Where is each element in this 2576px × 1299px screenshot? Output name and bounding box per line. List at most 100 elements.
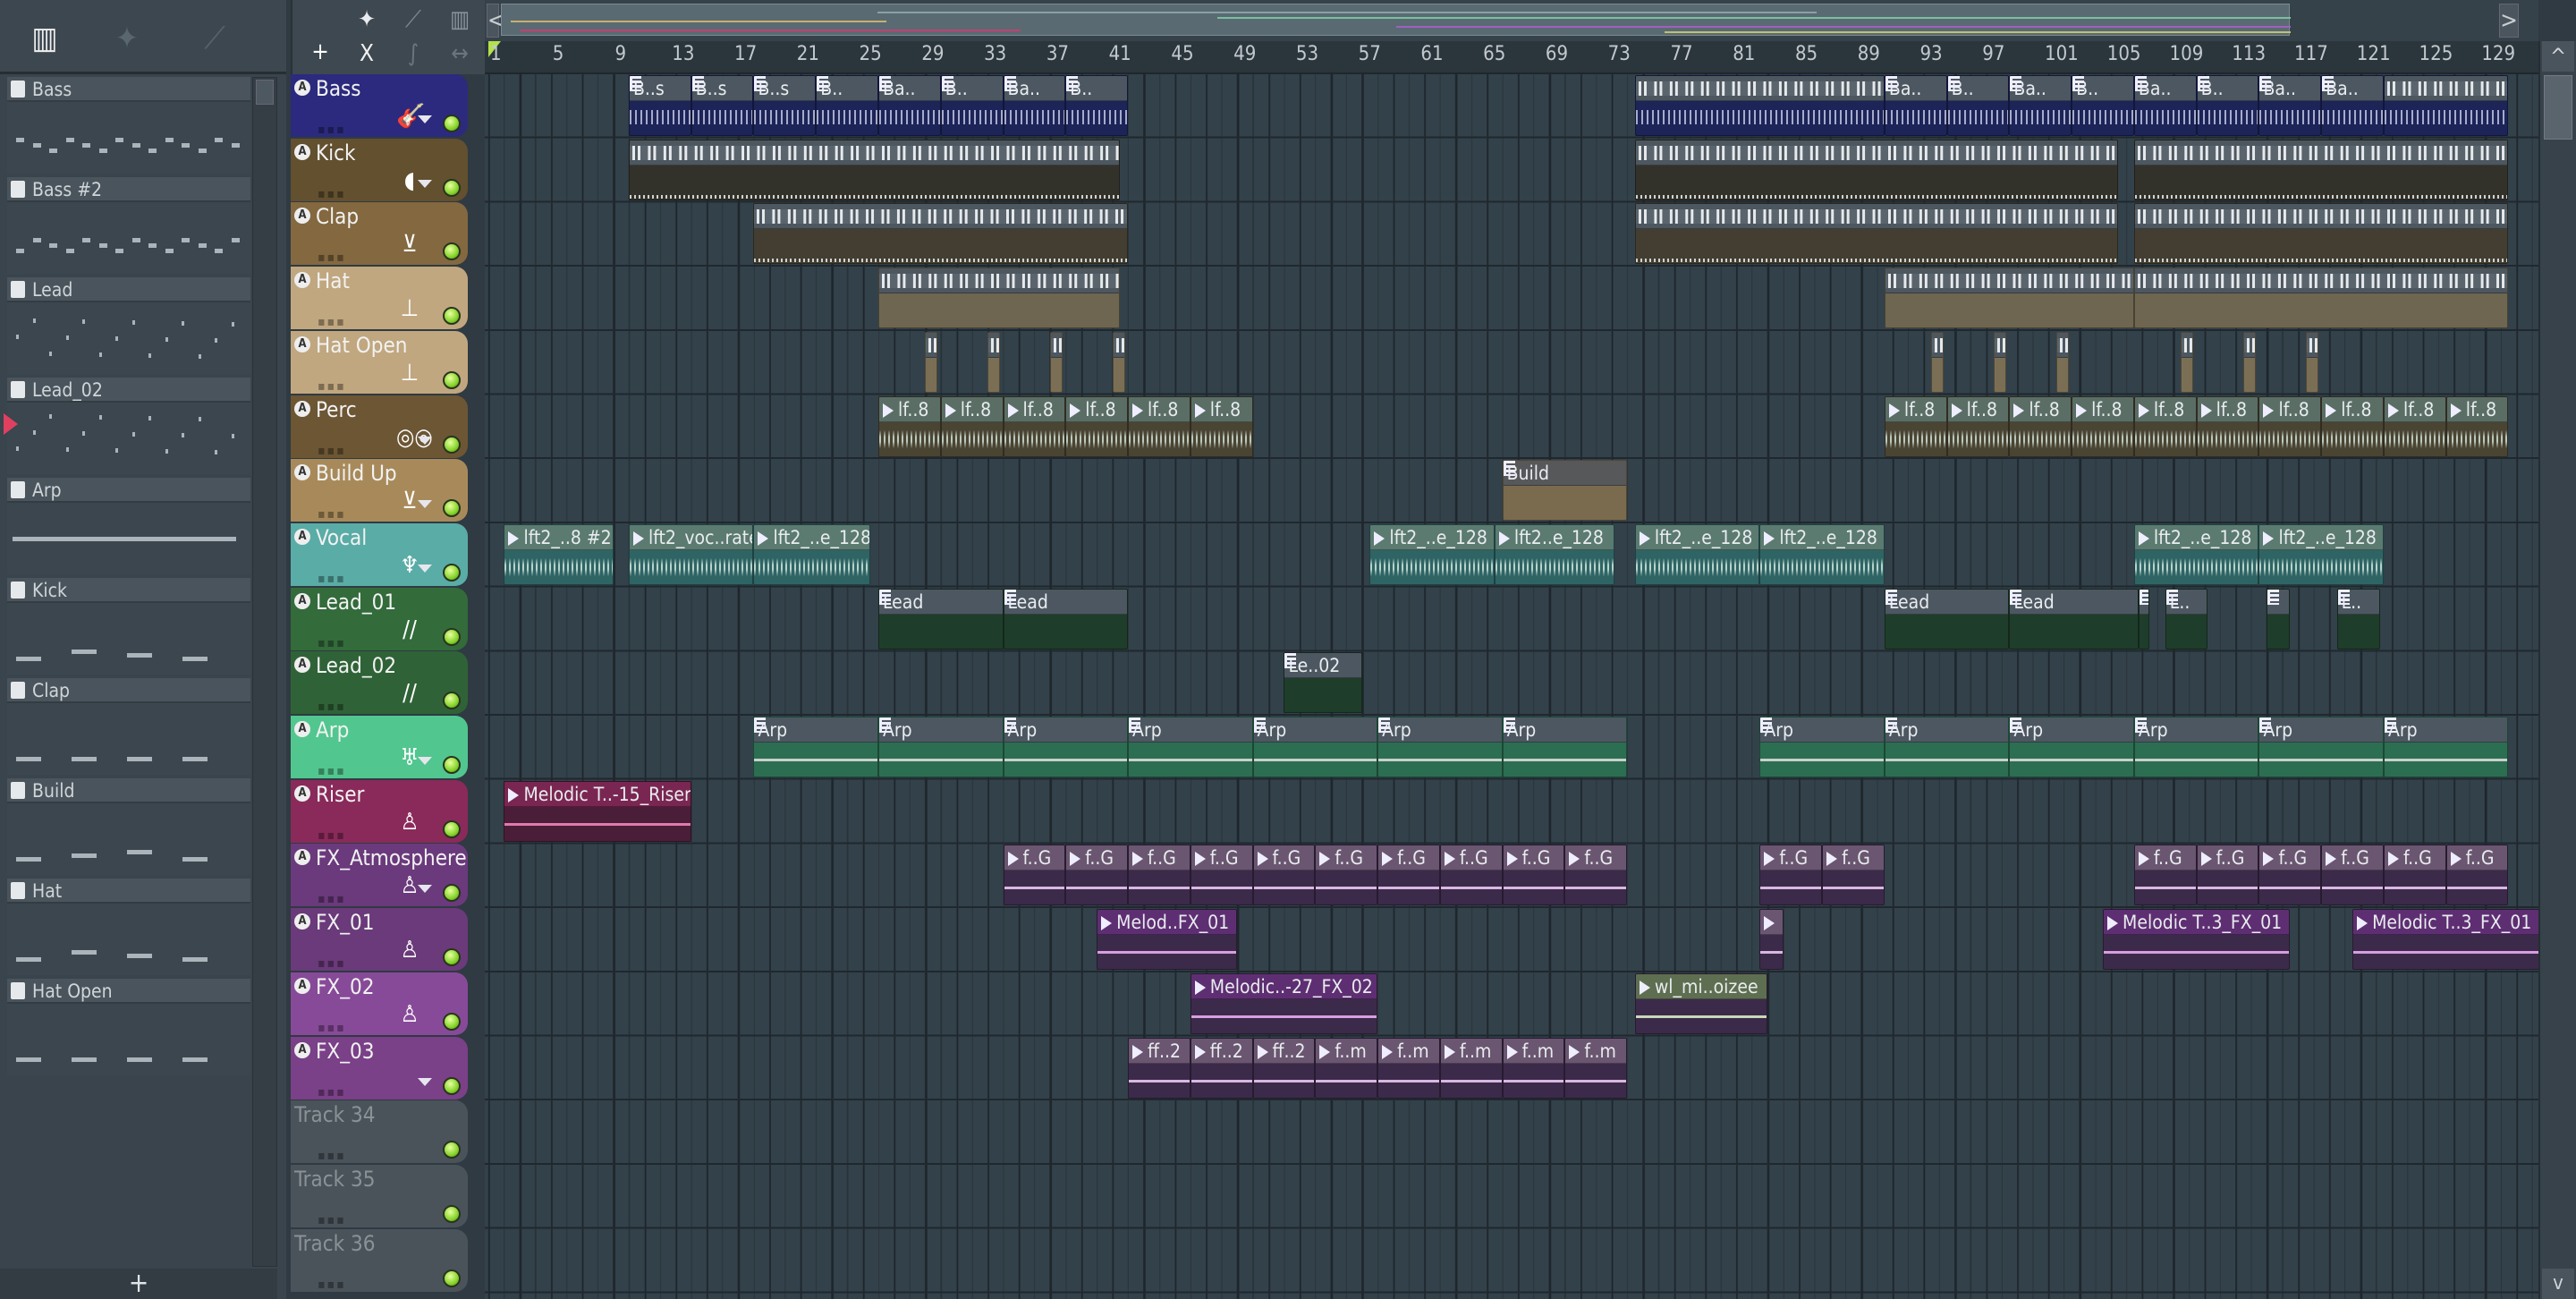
clip-header[interactable]: Ba.. bbox=[1885, 76, 1946, 101]
playlist-clip[interactable]: Le..02 bbox=[1284, 652, 1362, 714]
pattern-header[interactable]: Lead_02 bbox=[7, 378, 250, 403]
track-header[interactable]: A Vocal ♆ ▪▪▪ bbox=[291, 522, 468, 586]
clip-header[interactable] bbox=[1885, 268, 2133, 294]
clip-header[interactable]: lf..8 bbox=[2259, 396, 2321, 422]
pattern-item[interactable]: Kick bbox=[7, 578, 250, 678]
clip-header[interactable]: Ba.. bbox=[1004, 76, 1065, 101]
track-mute-led[interactable] bbox=[443, 1076, 461, 1095]
track-mute-led[interactable] bbox=[443, 435, 461, 454]
dropdown-arrow-icon[interactable] bbox=[418, 885, 432, 894]
playlist-clip[interactable]: f..G bbox=[1065, 845, 1129, 906]
dropdown-arrow-icon[interactable] bbox=[418, 757, 432, 765]
audio-clip-filter-icon[interactable]: ✦ bbox=[346, 4, 387, 36]
playlist-clip[interactable] bbox=[2133, 139, 2509, 200]
clip-header[interactable]: lft2_..e_128 bbox=[1760, 524, 1884, 550]
clip-header[interactable]: L.. bbox=[2337, 589, 2380, 615]
pattern-header[interactable]: Bass bbox=[7, 77, 250, 102]
playlist-clip[interactable]: Melodic T..-15_Riser bbox=[504, 780, 691, 842]
clip-header[interactable]: lft2..e_128 bbox=[1495, 524, 1614, 550]
track-options-dots[interactable]: ▪▪▪ bbox=[318, 379, 346, 394]
playlist-clip[interactable] bbox=[1993, 331, 2006, 393]
clip-header[interactable]: Melodic T..3_FX_01 bbox=[2104, 910, 2290, 936]
clip-header[interactable] bbox=[2244, 332, 2255, 358]
clip-header[interactable]: L.. bbox=[2165, 589, 2207, 615]
playlist-clip[interactable]: Ba.. bbox=[1003, 75, 1066, 136]
playlist-clip[interactable]: lf..8 bbox=[2258, 395, 2322, 457]
clip-header[interactable]: Arp bbox=[1885, 717, 2009, 743]
pattern-item[interactable]: Lead bbox=[7, 277, 250, 378]
pattern-item[interactable]: Bass bbox=[7, 77, 250, 177]
pattern-header[interactable]: Hat Open bbox=[7, 979, 250, 1004]
playlist-clip[interactable]: f..m bbox=[1377, 1037, 1440, 1099]
playlist-clip[interactable]: lft2_..e_128 bbox=[753, 523, 871, 585]
track-name[interactable]: Track 34 bbox=[294, 1102, 375, 1127]
track-header[interactable]: Track 36 ▪▪▪ bbox=[291, 1228, 468, 1292]
playlist-clip[interactable]: f..G bbox=[1190, 845, 1253, 906]
clip-header[interactable]: Arp bbox=[2134, 717, 2258, 743]
track-options-dots[interactable]: ▪▪▪ bbox=[318, 444, 346, 458]
track-header[interactable]: Track 34 ▪▪▪ bbox=[291, 1100, 468, 1164]
playlist-clip[interactable]: Lead bbox=[878, 588, 1004, 650]
pattern-item[interactable]: Hat bbox=[7, 879, 250, 979]
playlist-clip[interactable] bbox=[2267, 588, 2291, 650]
track-options-dots[interactable]: ▪▪▪ bbox=[318, 187, 346, 201]
track-mute-led[interactable] bbox=[443, 242, 461, 261]
pattern-list-scrollbar[interactable] bbox=[252, 77, 277, 1267]
clip-header[interactable]: Build bbox=[1503, 461, 1627, 487]
clip-header[interactable]: lf..8 bbox=[1191, 396, 1252, 422]
playlist-clip[interactable]: f..G bbox=[1128, 845, 1191, 906]
pattern-item[interactable]: Build bbox=[7, 778, 250, 879]
clip-header[interactable]: f..G bbox=[2197, 845, 2258, 871]
clip-header[interactable]: ff..2 bbox=[1191, 1038, 1252, 1064]
playlist-clip[interactable]: lf..8 bbox=[1003, 395, 1066, 457]
playlist-clip[interactable]: lf..8 bbox=[2072, 395, 2134, 457]
dropdown-arrow-icon[interactable] bbox=[418, 564, 432, 573]
playlist-clip[interactable]: f..m bbox=[1502, 1037, 1565, 1099]
playlist-clip[interactable]: lft2_..e_128 bbox=[2258, 523, 2384, 585]
playlist-clip[interactable]: f..G bbox=[1502, 845, 1565, 906]
playlist-clip[interactable] bbox=[987, 331, 1001, 393]
add-pattern-button[interactable]: + bbox=[0, 1269, 277, 1299]
playlist-clip[interactable]: f..m bbox=[1439, 1037, 1503, 1099]
clip-header[interactable] bbox=[2134, 268, 2508, 294]
playlist-clip[interactable]: f..G bbox=[1759, 845, 1823, 906]
track-name[interactable]: Hat Open bbox=[316, 333, 407, 358]
scroll-up-button[interactable]: ^ bbox=[2542, 41, 2574, 72]
clip-header[interactable]: lft2_..e_128 bbox=[754, 524, 870, 550]
clip-header[interactable]: lf..8 bbox=[2384, 396, 2445, 422]
track-options-dots[interactable]: ▪▪▪ bbox=[318, 315, 346, 329]
clip-header[interactable]: ff..2 bbox=[1129, 1038, 1190, 1064]
track-options-dots[interactable]: ▪▪▪ bbox=[318, 1149, 346, 1163]
clip-header[interactable]: f..G bbox=[1066, 845, 1128, 871]
pattern-item[interactable]: Clap bbox=[7, 678, 250, 778]
track-options-dots[interactable]: ▪▪▪ bbox=[318, 123, 346, 137]
track-name[interactable]: Riser bbox=[316, 782, 364, 807]
playlist-clip[interactable]: lf..8 bbox=[2321, 395, 2384, 457]
clip-header[interactable]: f..G bbox=[1503, 845, 1564, 871]
playlist-clip[interactable] bbox=[2139, 588, 2150, 650]
dropdown-arrow-icon[interactable] bbox=[418, 115, 432, 123]
clip-header[interactable]: B..s bbox=[691, 76, 753, 101]
clip-header[interactable] bbox=[2384, 76, 2508, 101]
track-options-dots[interactable]: ▪▪▪ bbox=[318, 1213, 346, 1227]
track-header[interactable]: A Hat ⊥ ▪▪▪ bbox=[291, 267, 468, 330]
playlist-clip[interactable]: f..m bbox=[1564, 1037, 1628, 1099]
clip-header[interactable]: f..G bbox=[2134, 845, 2196, 871]
clip-header[interactable] bbox=[988, 332, 1000, 358]
clip-header[interactable] bbox=[629, 140, 1120, 166]
track-mute-led[interactable] bbox=[443, 1204, 461, 1223]
pattern-header[interactable]: Bass #2 bbox=[7, 177, 250, 202]
curve-icon[interactable]: ∫ bbox=[393, 38, 434, 70]
track-name[interactable]: Clap bbox=[316, 204, 359, 229]
playlist-clip[interactable]: B.. bbox=[2072, 75, 2134, 136]
track-header[interactable]: A FX_01 ♙ ▪▪▪ bbox=[291, 908, 468, 972]
track-name[interactable]: Perc bbox=[316, 397, 357, 422]
clip-header[interactable] bbox=[1050, 332, 1062, 358]
playlist-clip[interactable]: lf..8 bbox=[1946, 395, 2010, 457]
track-mute-led[interactable] bbox=[443, 692, 461, 710]
track-header[interactable]: A Lead_02 ∕∕ ▪▪▪ bbox=[291, 651, 468, 715]
playlist-clip[interactable]: Ba.. bbox=[1884, 75, 1947, 136]
playlist-clip[interactable]: Arp bbox=[2133, 717, 2259, 777]
playlist-clip[interactable]: lf..8 bbox=[2009, 395, 2072, 457]
clip-header[interactable]: f..G bbox=[1129, 845, 1190, 871]
